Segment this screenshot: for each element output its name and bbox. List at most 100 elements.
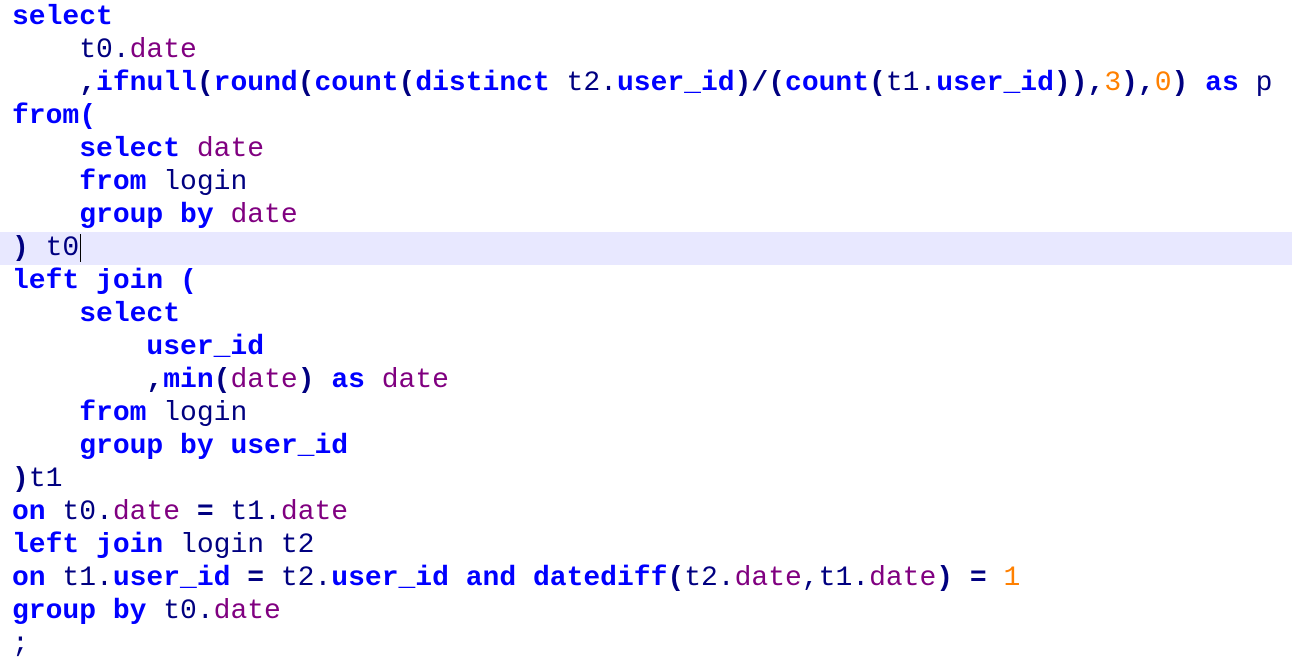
code-token: = bbox=[969, 563, 987, 594]
code-token: 1 bbox=[1003, 563, 1021, 594]
code-token: select bbox=[79, 299, 181, 330]
code-token: t0. bbox=[146, 596, 214, 627]
code-token: t0. bbox=[12, 35, 130, 66]
code-token: ( bbox=[213, 365, 231, 396]
code-token: user_id bbox=[616, 68, 735, 99]
code-token: group by bbox=[12, 596, 147, 627]
code-token: )/( bbox=[734, 68, 786, 99]
code-line[interactable]: from login bbox=[0, 397, 1292, 430]
code-line[interactable]: on t0.date = t1.date bbox=[0, 496, 1292, 529]
code-token: ) bbox=[12, 464, 29, 495]
code-token: distinct bbox=[415, 68, 550, 99]
code-line[interactable]: ,min(date) as date bbox=[0, 364, 1292, 397]
code-token: ,t1. bbox=[801, 563, 870, 594]
code-token: t1. bbox=[45, 563, 113, 594]
code-token: t2. bbox=[264, 563, 332, 594]
code-token: t0 bbox=[28, 233, 80, 264]
code-token: left join bbox=[12, 530, 164, 561]
code-token: on bbox=[12, 497, 46, 528]
code-line[interactable]: select date bbox=[0, 133, 1292, 166]
code-token: group by user_id bbox=[79, 431, 349, 462]
code-token: min bbox=[163, 365, 214, 396]
code-token: left join ( bbox=[12, 266, 197, 297]
code-token: from bbox=[79, 398, 147, 429]
code-token: date bbox=[129, 35, 197, 66]
code-line-current[interactable]: ) t0 bbox=[0, 232, 1292, 265]
code-token: t2. bbox=[549, 68, 617, 99]
code-token: count bbox=[314, 68, 399, 99]
code-token: date bbox=[230, 200, 298, 231]
code-token: ( bbox=[297, 68, 315, 99]
code-token: , bbox=[146, 365, 164, 396]
code-line[interactable]: from( bbox=[0, 100, 1292, 133]
code-line[interactable]: group by date bbox=[0, 199, 1292, 232]
code-token: select bbox=[79, 134, 181, 165]
code-line[interactable]: group by t0.date bbox=[0, 595, 1292, 628]
code-line[interactable]: ,ifnull(round(count(distinct t2.user_id)… bbox=[0, 67, 1292, 100]
code-token: )), bbox=[1053, 68, 1105, 99]
code-token: date bbox=[196, 134, 265, 165]
code-line[interactable]: left join login t2 bbox=[0, 529, 1292, 562]
code-token: as bbox=[331, 365, 365, 396]
code-token: user_id bbox=[146, 332, 265, 363]
code-token: and bbox=[465, 563, 517, 594]
code-token: group by bbox=[79, 200, 214, 231]
code-token: ) bbox=[12, 233, 29, 264]
code-line[interactable]: select bbox=[0, 298, 1292, 331]
code-editor[interactable]: select t0.date ,ifnull(round(count(disti… bbox=[0, 0, 1292, 666]
code-token: from( bbox=[12, 101, 97, 132]
code-token: , bbox=[79, 68, 97, 99]
code-token: date bbox=[213, 596, 281, 627]
code-token: t1. bbox=[885, 68, 937, 99]
code-token: ( bbox=[398, 68, 416, 99]
code-token: login bbox=[146, 398, 248, 429]
code-token: t0. bbox=[45, 497, 113, 528]
code-line[interactable]: group by user_id bbox=[0, 430, 1292, 463]
code-token: login bbox=[146, 167, 248, 198]
code-line[interactable]: ; bbox=[0, 628, 1292, 661]
code-token: 0 bbox=[1154, 68, 1172, 99]
code-line[interactable]: on t1.user_id = t2.user_id and datediff(… bbox=[0, 562, 1292, 595]
code-line[interactable]: left join ( bbox=[0, 265, 1292, 298]
code-token: t1. bbox=[213, 497, 281, 528]
code-token: = bbox=[196, 497, 214, 528]
code-token: select bbox=[12, 2, 113, 33]
code-token: ( bbox=[869, 68, 886, 99]
text-caret bbox=[80, 233, 82, 262]
code-token: round bbox=[213, 68, 298, 99]
code-token: ) bbox=[297, 365, 315, 396]
code-token: date bbox=[280, 497, 349, 528]
code-line[interactable]: select bbox=[0, 1, 1292, 34]
code-token: ), bbox=[1121, 68, 1155, 99]
code-token: = bbox=[247, 563, 265, 594]
code-line[interactable]: from login bbox=[0, 166, 1292, 199]
code-line[interactable]: user_id bbox=[0, 331, 1292, 364]
code-token: ( bbox=[667, 563, 685, 594]
code-token: count bbox=[785, 68, 870, 99]
code-token: from bbox=[79, 167, 147, 198]
code-token: user_id bbox=[936, 68, 1054, 99]
code-token: ) bbox=[936, 563, 954, 594]
code-token: as bbox=[1205, 68, 1239, 99]
code-token: user_id bbox=[112, 563, 231, 594]
code-line[interactable]: t0.date bbox=[0, 34, 1292, 67]
code-token: p bbox=[1238, 68, 1273, 99]
code-line[interactable]: )t1 bbox=[0, 463, 1292, 496]
